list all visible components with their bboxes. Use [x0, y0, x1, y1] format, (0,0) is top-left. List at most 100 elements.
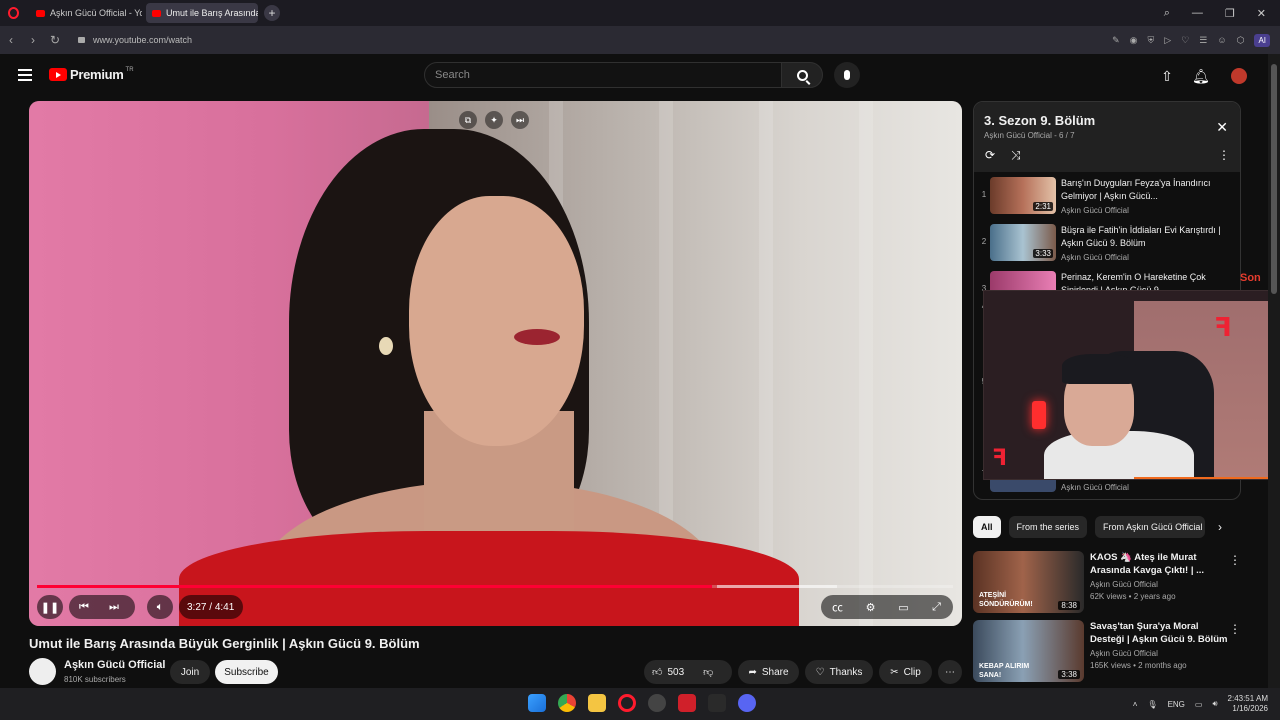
hamburger-menu-icon[interactable] — [18, 69, 32, 81]
close-playlist-icon[interactable]: ✕ — [1216, 119, 1228, 136]
heart-icon[interactable]: ♡ — [1181, 35, 1189, 46]
language-indicator[interactable]: ENG — [1168, 700, 1185, 709]
chip-from-series[interactable]: From the series — [1008, 516, 1088, 538]
previous-button[interactable]: ⏮ — [69, 601, 99, 614]
upload-icon[interactable]: ⇧ — [1159, 68, 1175, 84]
windows-start-icon[interactable] — [528, 694, 546, 712]
microphone-tray-icon[interactable]: 🎙︎ — [1147, 700, 1157, 709]
miniplayer-icon[interactable]: ⧉ — [459, 111, 477, 129]
clip-button[interactable]: ✂ Clip — [879, 660, 932, 684]
chevron-right-icon[interactable]: › — [1218, 520, 1222, 534]
filter-chips: All From the series From Aşkın Gücü Offi… — [973, 516, 1206, 538]
chip-from-channel[interactable]: From Aşkın Gücü Official — [1095, 516, 1206, 538]
url-field[interactable]: www.youtube.com/watch — [70, 30, 1220, 50]
join-button[interactable]: Join — [170, 660, 210, 684]
close-window-button[interactable]: ✕ — [1257, 7, 1266, 20]
notifications-bell-icon[interactable]: 🔔︎ — [1192, 68, 1210, 84]
search-button[interactable] — [781, 62, 823, 88]
progress-bar[interactable] — [37, 585, 953, 588]
camera-icon[interactable]: ◉ — [1130, 35, 1138, 46]
file-explorer-icon[interactable] — [588, 694, 606, 712]
playlist-subtitle: Aşkın Gücü Official - 6 / 7 — [984, 131, 1075, 140]
progress-fill — [37, 585, 713, 588]
logo-text: Premium — [70, 67, 124, 82]
app-icon[interactable] — [678, 694, 696, 712]
new-tab-button[interactable]: + — [264, 5, 280, 21]
back-icon[interactable]: ‹ — [0, 33, 22, 47]
clock[interactable]: 2:43:51 AM 1/16/2026 — [1228, 694, 1268, 714]
subscriber-count: 810K subscribers — [64, 675, 126, 684]
chevron-up-icon[interactable]: ˄ — [1133, 700, 1138, 709]
voice-search-button[interactable] — [834, 62, 860, 88]
discord-icon[interactable] — [738, 694, 756, 712]
fullscreen-icon[interactable]: ⤢ — [920, 601, 953, 614]
playlist-title[interactable]: 3. Sezon 9. Bölüm — [984, 113, 1095, 128]
browser-tab-2[interactable]: Umut ile Barış Arasında — [146, 3, 258, 23]
chrome-icon[interactable] — [558, 694, 576, 712]
volume-tray-icon[interactable]: 🔊︎ — [1212, 699, 1217, 709]
captions-icon[interactable]: ㏄ — [821, 599, 854, 615]
share-button[interactable]: ➦ Share — [738, 660, 799, 684]
dislike-icon[interactable]: 👎︎ — [703, 666, 713, 678]
channel-avatar[interactable] — [29, 658, 56, 685]
shield-icon[interactable]: ⛨ — [1148, 35, 1155, 46]
related-video[interactable]: KEBAP ALIRIM SANA! 3:38 Savaş'tan Şura'y… — [973, 620, 1243, 682]
playlist-item[interactable]: 2 3:33 Büşra ile Fatih'in İddiaları Evi … — [974, 221, 1240, 267]
app-icon[interactable] — [708, 694, 726, 712]
scrollbar-thumb[interactable] — [1271, 64, 1277, 294]
thumbnail-caption: ATEŞİNİ SÖNDÜRÜRÜM! — [979, 592, 1033, 608]
search-input[interactable] — [425, 63, 765, 87]
streamer-logo-icon: ꟻ — [1214, 313, 1232, 343]
playlist-more-icon[interactable]: ⋮ — [1218, 148, 1230, 162]
playlist-item-channel: Aşkın Gücü Official — [1061, 253, 1129, 262]
minimize-button[interactable]: — — [1192, 7, 1203, 19]
menu-icon[interactable]: ☰ — [1199, 35, 1207, 46]
opera-taskbar-icon[interactable] — [618, 694, 636, 712]
more-actions-button[interactable]: ⋯ — [938, 660, 962, 684]
related-title: Savaş'tan Şura'ya Moral Desteği | Aşkın … — [1090, 621, 1228, 645]
extension-icon[interactable]: ⬡ — [1237, 35, 1245, 46]
ai-sparkle-icon[interactable]: ✦ — [485, 111, 503, 129]
more-options-icon[interactable]: ⋮ — [1229, 553, 1241, 567]
theater-mode-icon[interactable]: ▭ — [887, 601, 920, 614]
search-box — [424, 62, 782, 88]
shuffle-icon[interactable]: ⤨ — [1011, 148, 1021, 163]
windows-taskbar: ˄ 🎙︎ ENG ▭ 🔊︎ 2:43:51 AM 1/16/2026 — [0, 688, 1280, 720]
subscribe-button[interactable]: Subscribe — [215, 660, 278, 684]
streamer-webcam-overlay: ꟻ ꟻ — [983, 290, 1273, 480]
search-tabs-icon[interactable]: ⌕ — [1164, 7, 1170, 20]
more-options-icon[interactable]: ⋮ — [1229, 622, 1241, 636]
play-icon[interactable]: ▷ — [1164, 35, 1171, 46]
volume-button[interactable]: 🔈︎ — [147, 595, 173, 619]
restore-button[interactable]: ❐ — [1225, 7, 1235, 20]
like-count[interactable]: 503 — [667, 667, 684, 678]
related-video[interactable]: ATEŞİNİ SÖNDÜRÜRÜM! 8:38 KAOS 🦄 Ateş ile… — [973, 551, 1243, 613]
reload-icon[interactable]: ↻ — [44, 33, 66, 47]
like-icon[interactable]: 👍︎ — [652, 666, 662, 678]
settings-gear-icon[interactable]: ⚙ — [854, 601, 887, 614]
chip-all[interactable]: All — [973, 516, 1001, 538]
account-avatar[interactable] — [1231, 68, 1247, 84]
playlist-item[interactable]: 1 2:31 Barış'ın Duyguları Feyza'ya İnand… — [974, 174, 1240, 220]
tab-title: Umut ile Barış Arasında — [166, 8, 258, 18]
opera-icon[interactable] — [0, 0, 26, 26]
forward-icon[interactable]: › — [22, 33, 44, 47]
youtube-logo[interactable]: Premium TR — [49, 67, 134, 82]
skip-icon[interactable]: ⏭ — [511, 111, 529, 129]
app-icon[interactable] — [648, 694, 666, 712]
profile-icon[interactable]: ☺ — [1217, 35, 1226, 45]
ai-button[interactable]: AI — [1254, 33, 1270, 47]
next-button[interactable]: ⏭ — [99, 601, 129, 614]
thanks-button[interactable]: ♡ Thanks — [805, 660, 873, 684]
display-icon[interactable]: ▭ — [1195, 700, 1203, 709]
stream-overlay-text: Son — [1240, 272, 1261, 284]
pause-button[interactable]: ❚❚ — [37, 595, 63, 619]
playlist-thumbnail — [990, 480, 1056, 492]
edit-icon[interactable]: ✎ — [1112, 35, 1120, 46]
page-scrollbar[interactable] — [1268, 54, 1280, 688]
channel-name[interactable]: Aşkın Gücü Official — [64, 659, 165, 671]
video-player[interactable]: ⧉ ✦ ⏭ ❚❚ ⏮ ⏭ 🔈︎ 3:27 / 4:41 ㏄ ⚙ ▭ ⤢ — [29, 101, 962, 626]
loop-icon[interactable]: ⟳ — [985, 148, 995, 162]
playlist-item-channel: Aşkın Gücü Official — [1061, 206, 1129, 215]
browser-tab-1[interactable]: Aşkın Gücü Official - YouT — [30, 3, 142, 23]
